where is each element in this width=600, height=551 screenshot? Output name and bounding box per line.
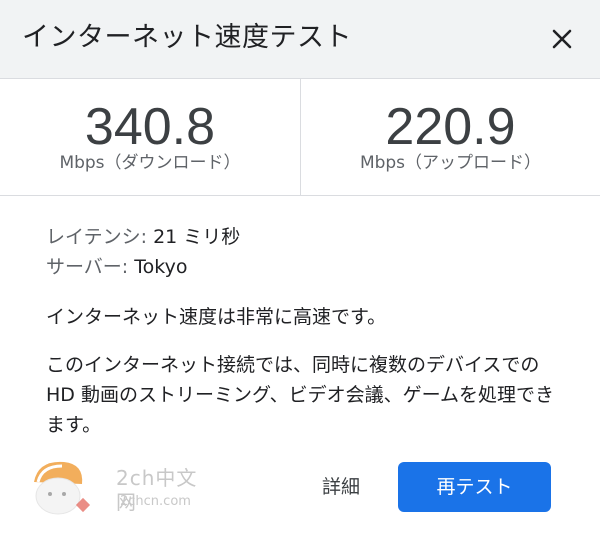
speed-description: このインターネット接続では、同時に複数のデバイスでの HD 動画のストリーミング… <box>46 354 555 436</box>
download-speed-value: 340.8 <box>84 98 216 156</box>
latency-row: レイテンシ: 21 ミリ秒 <box>46 222 240 252</box>
details-button[interactable]: 詳細 <box>306 462 376 512</box>
download-speed-unit: Mbps（ダウンロード） <box>59 153 241 173</box>
latency-value: 21 ミリ秒 <box>147 226 241 248</box>
watermark-url: 2chcn.com <box>120 494 191 509</box>
results-bottom-divider <box>0 195 600 196</box>
dialog-title: インターネット速度テスト <box>22 22 352 53</box>
dialog-header: インターネット速度テスト <box>0 0 600 78</box>
server-row: サーバー: Tokyo <box>46 252 187 282</box>
server-value: Tokyo <box>128 256 188 278</box>
upload-result: 220.9 Mbps（アップロード） <box>301 79 600 195</box>
close-icon <box>552 29 572 49</box>
watermark-logo: 2ch中文网 2chcn.com <box>28 456 208 520</box>
close-button[interactable] <box>540 17 584 61</box>
upload-speed-unit: Mbps（アップロード） <box>359 153 542 173</box>
server-label: サーバー: <box>46 256 129 278</box>
download-result: 340.8 Mbps（ダウンロード） <box>0 79 300 195</box>
upload-speed-value: 220.9 <box>385 98 516 156</box>
latency-label: レイテンシ: <box>46 226 148 248</box>
retest-button[interactable]: 再テスト <box>398 462 551 512</box>
mascot-icon <box>34 461 91 515</box>
speed-summary: インターネット速度は非常に高速です。 <box>46 306 387 328</box>
